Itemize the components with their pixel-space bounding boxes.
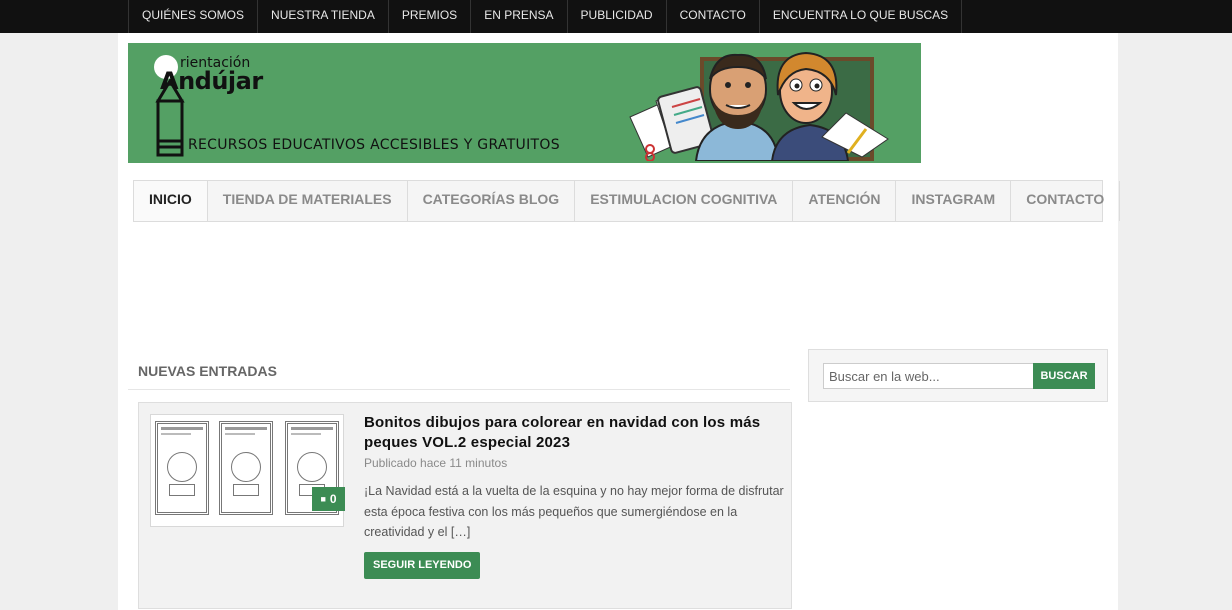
topnav-encuentra[interactable]: ENCUENTRA LO QUE BUSCAS bbox=[760, 0, 963, 33]
nav-instagram[interactable]: INSTAGRAM bbox=[896, 181, 1012, 221]
section-divider bbox=[128, 389, 790, 390]
topnav-en-prensa[interactable]: EN PRENSA bbox=[471, 0, 568, 33]
teachers-illustration bbox=[629, 51, 889, 161]
top-nav: QUIÉNES SOMOS NUESTRA TIENDA PREMIOS EN … bbox=[128, 0, 963, 33]
nav-tienda-materiales[interactable]: TIENDA DE MATERIALES bbox=[208, 181, 408, 221]
post-card: ■ 0 Bonitos dibujos para colorear en navi… bbox=[138, 402, 792, 609]
nav-inicio[interactable]: INICIO bbox=[134, 181, 208, 221]
comment-count-badge[interactable]: ■ 0 bbox=[312, 487, 345, 511]
thumbnail-sheet bbox=[155, 421, 209, 515]
topnav-quienes-somos[interactable]: QUIÉNES SOMOS bbox=[129, 0, 259, 33]
banner-tagline: RECURSOS EDUCATIVOS ACCESIBLES Y GRATUIT… bbox=[188, 137, 560, 153]
post-excerpt: ¡La Navidad está a la vuelta de la esqui… bbox=[364, 484, 784, 539]
page-wrapper: rientación Andújar RECURSOS EDUCATIVOS A… bbox=[118, 33, 1121, 610]
nav-estimulacion-cognitiva[interactable]: ESTIMULACION COGNITIVA bbox=[575, 181, 794, 221]
post-title[interactable]: Bonitos dibujos para colorear en navidad… bbox=[364, 413, 784, 453]
topnav-nuestra-tienda[interactable]: NUESTRA TIENDA bbox=[258, 0, 389, 33]
top-bar: QUIÉNES SOMOS NUESTRA TIENDA PREMIOS EN … bbox=[0, 0, 1232, 33]
post-date: Publicado hace 11 minutos bbox=[364, 456, 508, 470]
site-banner[interactable]: rientación Andújar RECURSOS EDUCATIVOS A… bbox=[128, 43, 921, 163]
search-widget: BUSCAR bbox=[808, 349, 1108, 402]
topnav-contacto[interactable]: CONTACTO bbox=[667, 0, 760, 33]
nav-categorias-blog[interactable]: CATEGORÍAS BLOG bbox=[408, 181, 576, 221]
search-button[interactable]: BUSCAR bbox=[1033, 363, 1095, 389]
main-nav: INICIO TIENDA DE MATERIALES CATEGORÍAS B… bbox=[133, 180, 1121, 222]
comment-icon: ■ bbox=[320, 494, 326, 504]
topnav-publicidad[interactable]: PUBLICIDAD bbox=[568, 0, 667, 33]
read-more-button[interactable]: SEGUIR LEYENDO bbox=[364, 552, 481, 579]
thumbnail-sheet bbox=[219, 421, 273, 515]
pencil-icon bbox=[155, 79, 185, 157]
comment-count: 0 bbox=[329, 492, 337, 506]
post-thumbnail[interactable]: ■ 0 bbox=[150, 414, 345, 527]
section-title: NUEVAS ENTRADAS bbox=[138, 363, 277, 379]
search-input[interactable] bbox=[823, 363, 1035, 389]
nav-contacto[interactable]: CONTACTO bbox=[1011, 181, 1121, 221]
topnav-premios[interactable]: PREMIOS bbox=[389, 0, 472, 33]
nav-atencion[interactable]: ATENCIÓN bbox=[793, 181, 897, 221]
